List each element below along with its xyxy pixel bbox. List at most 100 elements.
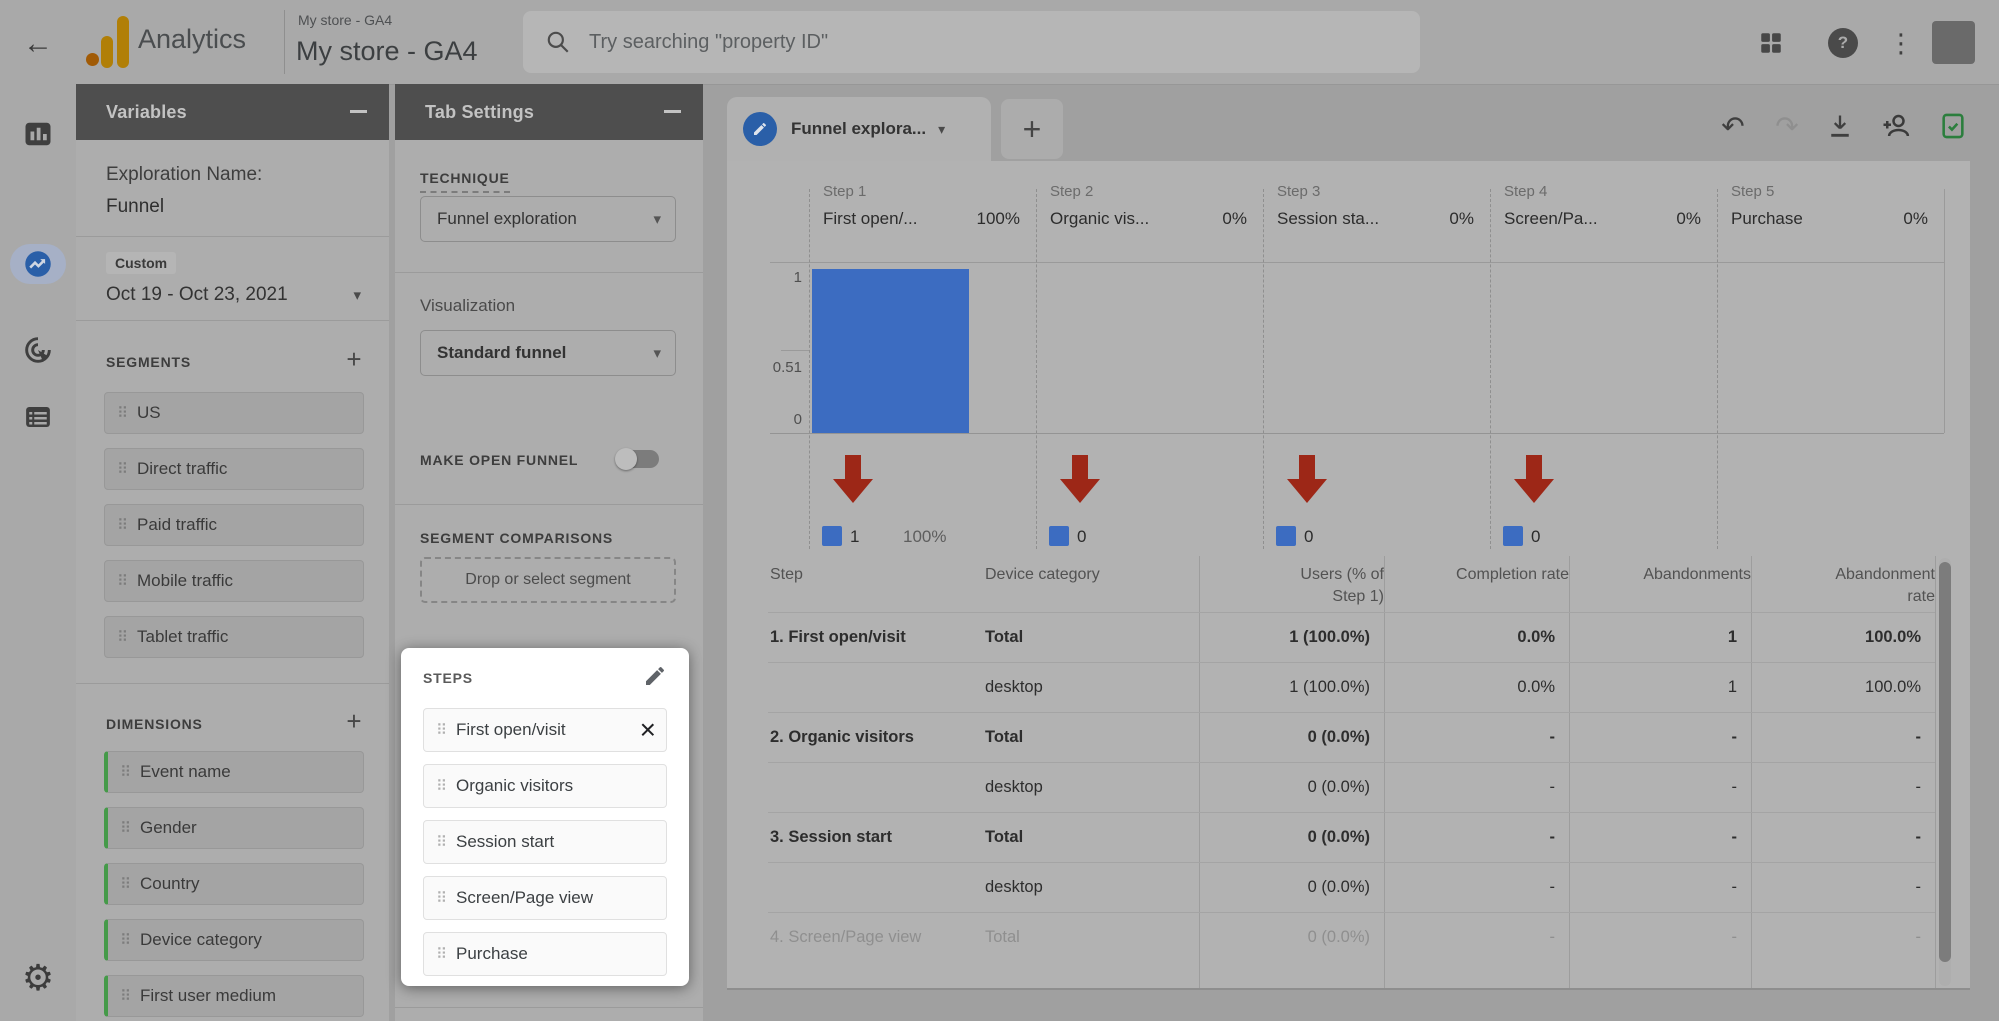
analytics-logo-icon[interactable] bbox=[84, 16, 130, 68]
technique-label: TECHNIQUE bbox=[420, 170, 510, 193]
add-dimension-button[interactable]: + bbox=[341, 708, 367, 734]
segment-comparisons-label: SEGMENT COMPARISONS bbox=[420, 530, 613, 546]
dimension-label: Event name bbox=[140, 762, 231, 782]
property-switcher[interactable]: My store - GA4 bbox=[296, 36, 478, 67]
nav-explore-icon[interactable] bbox=[16, 242, 60, 286]
search-icon bbox=[545, 29, 571, 55]
legend-rate: 100% bbox=[903, 527, 946, 547]
funnel-column-divider bbox=[1036, 189, 1037, 549]
legend-swatch bbox=[1049, 526, 1069, 546]
dimension-chip-gender[interactable]: ⠿ Gender bbox=[104, 807, 364, 849]
dimension-label: First user medium bbox=[140, 986, 276, 1006]
technique-dropdown[interactable]: Funnel exploration ▾ bbox=[420, 196, 676, 242]
property-breadcrumb: My store - GA4 bbox=[298, 12, 392, 28]
more-menu-icon[interactable]: ⋮ bbox=[1884, 26, 1918, 60]
tab-settings-minimize-button[interactable] bbox=[664, 110, 681, 113]
table-scrollbar[interactable] bbox=[1939, 558, 1951, 986]
steps-card: STEPS ⠿ First open/visit × ⠿ Organic vis… bbox=[401, 648, 689, 986]
undo-icon[interactable]: ↶ bbox=[1713, 106, 1753, 146]
y-axis-tick-051: 0.51 bbox=[757, 359, 802, 376]
step-pct: 0% bbox=[1834, 209, 1928, 229]
edit-steps-pencil-icon[interactable] bbox=[643, 664, 669, 690]
table-row: 1. First open/visit Total 1 (100.0%) 0.0… bbox=[768, 612, 1935, 663]
step-chip-first-open-visit[interactable]: ⠿ First open/visit × bbox=[423, 708, 667, 752]
table-row: desktop 1 (100.0%) 0.0% 1 100.0% bbox=[768, 662, 1935, 713]
step-name: First open/... bbox=[823, 209, 917, 229]
share-user-icon[interactable] bbox=[1876, 106, 1916, 146]
table-row: desktop 0 (0.0%) - - - bbox=[768, 862, 1935, 913]
toggle-knob bbox=[615, 448, 637, 470]
help-icon[interactable]: ? bbox=[1826, 26, 1860, 60]
remove-step-icon[interactable]: × bbox=[640, 716, 656, 744]
y-axis-tick-0: 0 bbox=[757, 411, 802, 428]
segments-label: SEGMENTS bbox=[106, 354, 191, 370]
nav-configure-icon[interactable] bbox=[16, 395, 60, 439]
apps-grid-icon[interactable] bbox=[1754, 26, 1788, 60]
col-header-abandonment-rate[interactable]: Abandonment rate bbox=[1815, 564, 1935, 607]
step-label: First open/visit bbox=[456, 720, 566, 740]
add-segment-button[interactable]: + bbox=[341, 346, 367, 372]
admin-gear-icon[interactable]: ⚙ bbox=[16, 956, 60, 1000]
visualization-dropdown[interactable]: Standard funnel ▾ bbox=[420, 330, 676, 376]
col-header-device-category[interactable]: Device category bbox=[985, 564, 1100, 586]
dimension-chip-device-category[interactable]: ⠿ Device category bbox=[104, 919, 364, 961]
drag-handle-icon: ⠿ bbox=[120, 763, 130, 781]
step-number: Step 2 bbox=[1050, 183, 1093, 200]
step-pct: 0% bbox=[1380, 209, 1474, 229]
legend-swatch bbox=[1503, 526, 1523, 546]
funnel-column-divider bbox=[1717, 189, 1718, 549]
redo-icon[interactable]: ↷ bbox=[1767, 106, 1807, 146]
table-column-divider bbox=[1935, 556, 1936, 988]
visualization-label: Visualization bbox=[420, 296, 515, 316]
divider bbox=[395, 272, 703, 273]
date-caret-icon[interactable]: ▾ bbox=[353, 286, 361, 304]
col-header-completion-rate[interactable]: Completion rate bbox=[1449, 564, 1569, 586]
col-header-abandonments[interactable]: Abandonments bbox=[1614, 564, 1751, 586]
segment-chip-tablet-traffic[interactable]: ⠿ Tablet traffic bbox=[104, 616, 364, 658]
abandonment-arrow-icon bbox=[833, 455, 873, 503]
back-arrow-icon[interactable]: ← bbox=[16, 22, 60, 66]
tab-settings-panel: Tab Settings TECHNIQUE Funnel exploratio… bbox=[395, 84, 703, 1021]
step-chip-organic-visitors[interactable]: ⠿ Organic visitors bbox=[423, 764, 667, 808]
segment-chip-direct-traffic[interactable]: ⠿ Direct traffic bbox=[104, 448, 364, 490]
dimension-chip-first-user-medium[interactable]: ⠿ First user medium bbox=[104, 975, 364, 1017]
add-tab-button[interactable]: + bbox=[1001, 99, 1063, 159]
nav-advertising-icon[interactable] bbox=[16, 328, 60, 372]
tab-caret-icon[interactable]: ▾ bbox=[938, 121, 945, 138]
download-icon[interactable] bbox=[1820, 106, 1860, 146]
variables-minimize-button[interactable] bbox=[350, 110, 367, 113]
x-axis-line bbox=[770, 433, 1944, 434]
step-chip-screen-page-view[interactable]: ⠿ Screen/Page view bbox=[423, 876, 667, 920]
segment-chip-paid-traffic[interactable]: ⠿ Paid traffic bbox=[104, 504, 364, 546]
drag-handle-icon: ⠿ bbox=[120, 987, 130, 1005]
ga4-explorer-screen: ← Analytics My store - GA4 My store - GA… bbox=[0, 0, 1999, 1021]
segment-chip-us[interactable]: ⠿ US bbox=[104, 392, 364, 434]
funnel-column-divider bbox=[1263, 189, 1264, 549]
exploration-name-value[interactable]: Funnel bbox=[106, 196, 164, 218]
dimensions-label: DIMENSIONS bbox=[106, 716, 203, 732]
exploration-tab[interactable]: Funnel explora... ▾ bbox=[727, 97, 991, 161]
dimension-chip-country[interactable]: ⠿ Country bbox=[104, 863, 364, 905]
segment-chip-mobile-traffic[interactable]: ⠿ Mobile traffic bbox=[104, 560, 364, 602]
nav-reports-icon[interactable] bbox=[16, 112, 60, 156]
export-sheets-icon[interactable] bbox=[1933, 106, 1973, 146]
segment-drop-zone[interactable]: Drop or select segment bbox=[420, 557, 676, 603]
step-chip-purchase[interactable]: ⠿ Purchase bbox=[423, 932, 667, 976]
step-number: Step 5 bbox=[1731, 183, 1774, 200]
divider bbox=[395, 504, 703, 505]
open-funnel-toggle[interactable] bbox=[615, 448, 659, 470]
exploration-name-label: Exploration Name: bbox=[106, 164, 262, 186]
drag-handle-icon: ⠿ bbox=[120, 819, 130, 837]
col-header-step[interactable]: Step bbox=[770, 564, 803, 586]
date-range-selector[interactable]: Oct 19 - Oct 23, 2021 bbox=[106, 284, 288, 306]
drag-handle-icon: ⠿ bbox=[120, 931, 130, 949]
account-avatar[interactable] bbox=[1932, 21, 1975, 64]
search-input[interactable]: Try searching "property ID" bbox=[523, 11, 1420, 73]
col-header-users[interactable]: Users (% of Step 1) bbox=[1264, 564, 1384, 607]
step-chip-session-start[interactable]: ⠿ Session start bbox=[423, 820, 667, 864]
funnel-bar-step1[interactable] bbox=[812, 269, 969, 433]
dimension-label: Gender bbox=[140, 818, 197, 838]
scrollbar-thumb[interactable] bbox=[1939, 562, 1951, 962]
dimension-chip-event-name[interactable]: ⠿ Event name bbox=[104, 751, 364, 793]
table-row: 4. Screen/Page view Total 0 (0.0%) - - - bbox=[768, 912, 1935, 962]
